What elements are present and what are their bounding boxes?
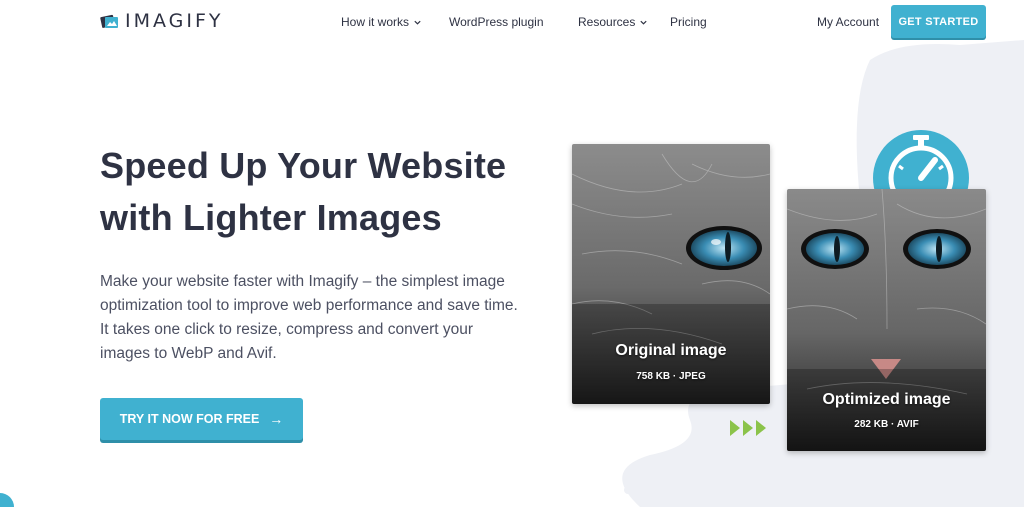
imagify-logo-icon [100,14,118,28]
get-started-button[interactable]: GET STARTED [891,5,986,38]
original-image-title: Original image [615,342,727,359]
cat-photo-optimized [787,189,986,451]
chevron-down-icon [640,20,647,25]
nav-label: How it works [341,15,410,29]
nav-how-it-works[interactable]: How it works [341,15,422,29]
try-it-now-label: TRY IT NOW FOR FREE [119,412,260,426]
optimized-image-title: Optimized image [822,391,951,408]
original-image-meta: 758 KB · JPEG [636,371,706,382]
hero-headline: Speed Up Your Website with Lighter Image… [100,140,520,244]
nav-label: Pricing [670,15,707,29]
nav-label: Resources [578,15,636,29]
speedometer-icon [873,130,969,190]
try-it-now-button[interactable]: TRY IT NOW FOR FREE → [100,398,303,440]
nav-wordpress-plugin[interactable]: WordPress plugin [449,15,544,29]
top-navigation: IMAGIFY How it works WordPress plugin Re… [0,0,1024,44]
nav-resources[interactable]: Resources [578,15,648,29]
hero-description: Make your website faster with Imagify – … [100,273,518,362]
nav-pricing[interactable]: Pricing [670,15,707,29]
brand-name: IMAGIFY [125,10,224,32]
arrow-right-icon: → [269,411,284,427]
brand-logo[interactable]: IMAGIFY [100,10,224,32]
headline-line-2: with Lighter Images [100,197,442,238]
optimized-image-card: Optimized image 282 KB · AVIF [787,189,986,451]
chevron-down-icon [414,20,421,25]
cat-photo-original [572,144,770,404]
triple-chevron-right-icon [730,420,766,436]
original-image-card: Original image 758 KB · JPEG [572,144,770,404]
my-account-link[interactable]: My Account [817,15,879,29]
optimized-image-meta: 282 KB · AVIF [854,419,919,430]
nav-label: WordPress plugin [449,15,544,29]
headline-line-1: Speed Up Your Website [100,145,507,186]
